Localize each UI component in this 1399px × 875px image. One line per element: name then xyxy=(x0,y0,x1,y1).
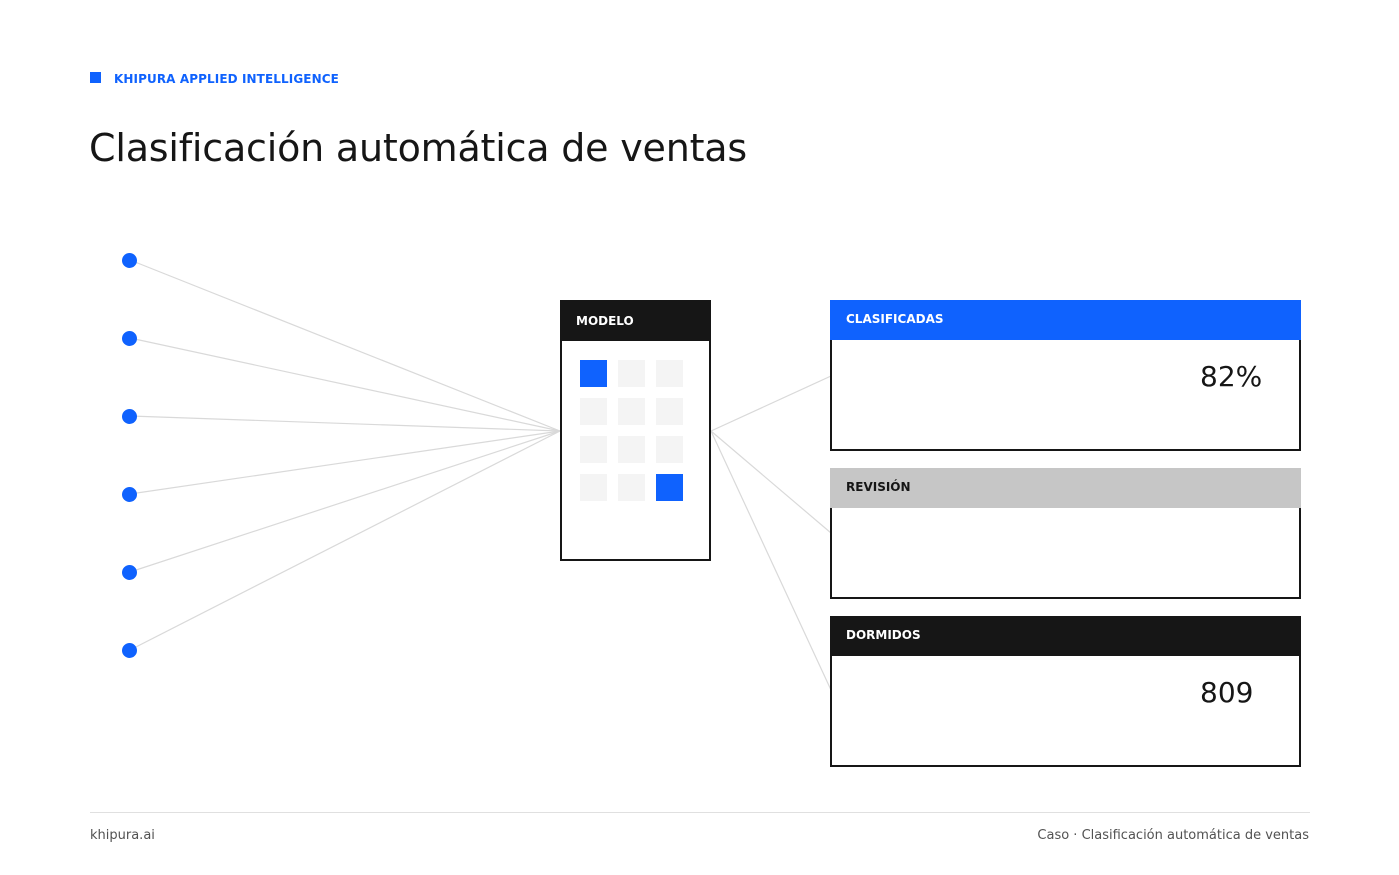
output-box-revision: REVISIÓN xyxy=(830,468,1301,599)
model-cell xyxy=(656,398,683,425)
input-connector-6 xyxy=(129,430,561,651)
model-cell xyxy=(618,360,645,387)
output-connector-3 xyxy=(710,430,832,691)
output-value: 809 xyxy=(1200,676,1254,709)
model-cell xyxy=(618,474,645,501)
input-node xyxy=(122,331,137,346)
input-node xyxy=(122,643,137,658)
model-cell xyxy=(618,398,645,425)
output-connector-1 xyxy=(710,375,832,432)
model-cell-active xyxy=(656,474,683,501)
footer-caption: Caso · Clasificación automática de venta… xyxy=(1037,828,1309,843)
slide: KHIPURA APPLIED INTELLIGENCE Clasificaci… xyxy=(0,0,1399,875)
output-label: DORMIDOS xyxy=(830,616,1301,656)
output-connector-2 xyxy=(710,430,832,534)
input-connector-3 xyxy=(129,415,561,432)
footer-divider xyxy=(90,812,1310,813)
output-box-dormidos: DORMIDOS 809 xyxy=(830,616,1301,767)
input-connector-4 xyxy=(129,430,561,495)
output-box-clasificadas: CLASIFICADAS 82% xyxy=(830,300,1301,451)
model-label: MODELO xyxy=(562,302,709,341)
model-cell xyxy=(656,360,683,387)
model-cell xyxy=(580,398,607,425)
input-connector-1 xyxy=(129,259,561,432)
output-label: REVISIÓN xyxy=(830,468,1301,508)
footer-site: khipura.ai xyxy=(90,828,155,843)
model-cell xyxy=(656,436,683,463)
input-connector-5 xyxy=(129,430,561,573)
output-value: 82% xyxy=(1200,360,1263,393)
input-node xyxy=(122,487,137,502)
input-node xyxy=(122,253,137,268)
input-node xyxy=(122,565,137,580)
output-label: CLASIFICADAS xyxy=(830,300,1301,340)
model-cell xyxy=(580,436,607,463)
input-node xyxy=(122,409,137,424)
model-cell-active xyxy=(580,360,607,387)
model-box: MODELO xyxy=(560,300,711,561)
model-cell xyxy=(618,436,645,463)
model-cell xyxy=(580,474,607,501)
model-grid xyxy=(580,360,683,501)
input-connector-2 xyxy=(129,337,561,432)
